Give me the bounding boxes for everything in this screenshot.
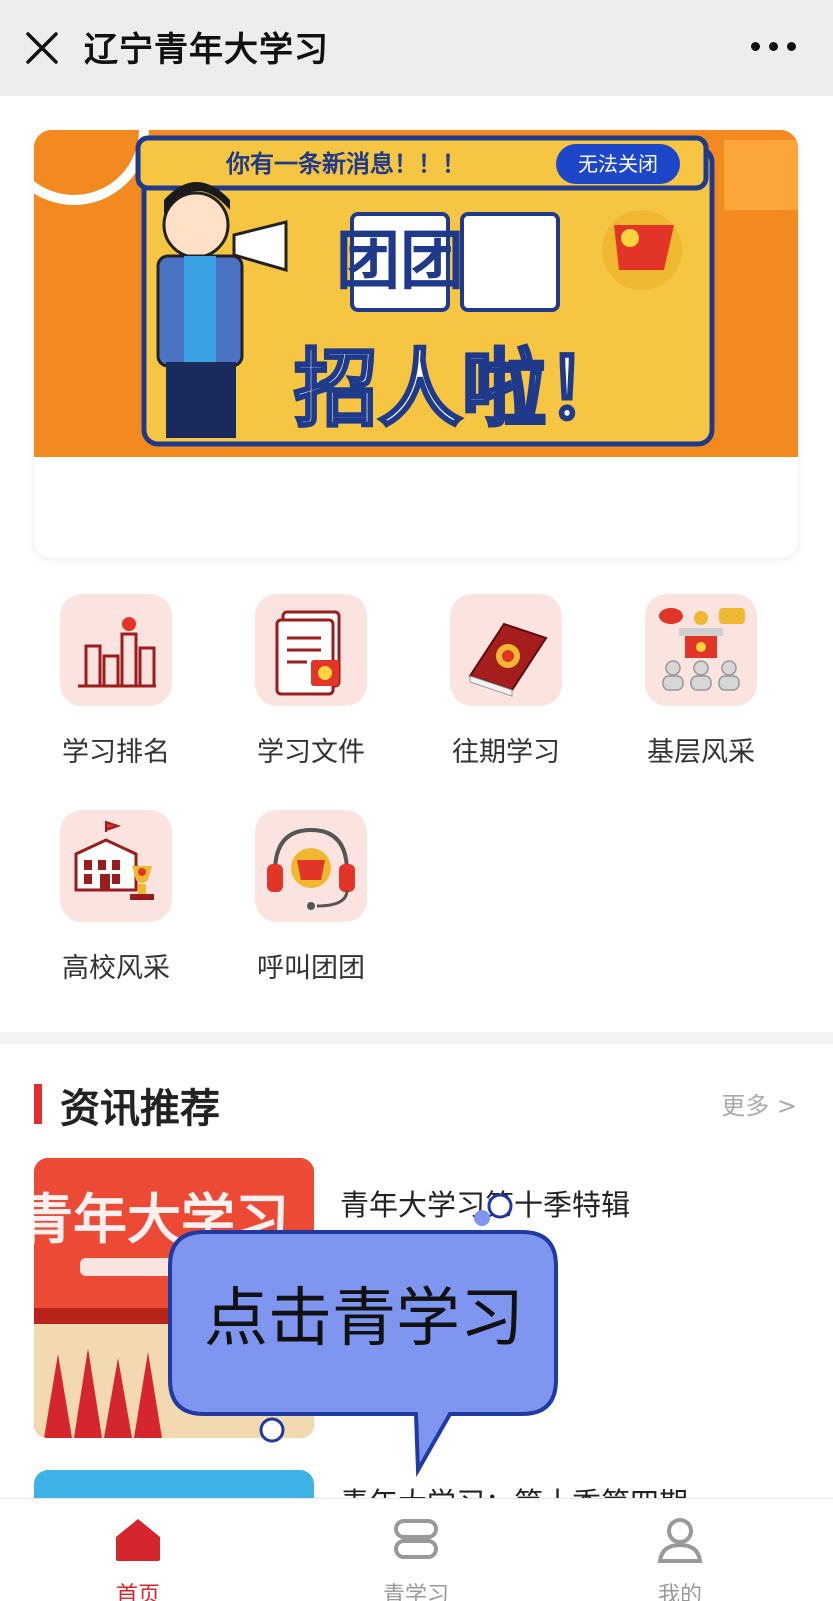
menu-item-past-study[interactable]: 往期学习	[426, 594, 586, 769]
meeting-icon[interactable]	[645, 594, 757, 706]
section-divider	[0, 1032, 833, 1044]
tab-profile-label: 我的	[657, 1583, 702, 1601]
menu-item-ranking[interactable]: 学习排名	[36, 594, 196, 769]
menu-label-call-tuantuan: 呼叫团团	[257, 953, 365, 984]
menu-item-call-tuantuan[interactable]: 呼叫团团	[231, 810, 391, 985]
headset-icon[interactable]	[255, 810, 367, 922]
campus-building-icon[interactable]	[60, 810, 172, 922]
close-icon[interactable]	[22, 28, 62, 68]
banner-card[interactable]: 团团 招人啦！ 你有一条新消息！！！ 无法关闭	[34, 130, 798, 558]
menu-item-grassroots[interactable]: 基层风采	[621, 594, 781, 769]
section-accent-bar	[34, 1084, 42, 1124]
menu-item-campus[interactable]: 高校风采	[36, 810, 196, 985]
banner-illustration: 团团 招人啦！ 你有一条新消息！！！ 无法关闭	[34, 130, 798, 457]
profile-icon	[657, 1518, 703, 1563]
menu-label-documents: 学习文件	[257, 737, 365, 768]
ranking-chart-icon[interactable]	[60, 594, 172, 706]
tip-text: 点击青学习	[204, 1282, 524, 1356]
recruit-banner[interactable]: 团团 招人啦！ 你有一条新消息！！！ 无法关闭	[34, 130, 798, 457]
menu-label-past-study: 往期学习	[452, 737, 560, 768]
menu-label-grassroots: 基层风采	[647, 737, 755, 768]
title-bar: 辽宁青年大学习	[0, 0, 833, 96]
study-icon	[394, 1519, 438, 1559]
page-title: 辽宁青年大学习	[84, 30, 329, 70]
headline-line2: 招人啦！	[294, 340, 630, 438]
menu-item-documents[interactable]: 学习文件	[231, 594, 391, 769]
documents-icon[interactable]	[255, 594, 367, 706]
news-more-link[interactable]: 更多 >	[721, 1086, 797, 1121]
tab-profile[interactable]: 我的	[610, 1513, 750, 1601]
bottom-tab-bar: 首页 青学习 我的	[0, 1498, 833, 1601]
book-icon[interactable]	[450, 594, 562, 706]
headline-line1-char: 团团	[336, 225, 464, 299]
more-menu-icon[interactable]	[751, 38, 797, 54]
home-icon	[116, 1519, 160, 1561]
guide-tip-bubble[interactable]: 点击青学习	[160, 1193, 570, 1478]
tab-home[interactable]: 首页	[68, 1513, 208, 1601]
menu-label-campus: 高校风采	[62, 953, 170, 984]
menu-label-ranking: 学习排名	[62, 737, 170, 768]
news-section-title: 资讯推荐	[60, 1086, 220, 1132]
banner-badge: 无法关闭	[578, 152, 658, 176]
banner-message: 你有一条新消息！！！	[225, 150, 466, 178]
tab-study[interactable]: 青学习	[346, 1513, 486, 1601]
tab-study-label: 青学习	[382, 1583, 449, 1601]
tab-home-label: 首页	[115, 1583, 160, 1601]
